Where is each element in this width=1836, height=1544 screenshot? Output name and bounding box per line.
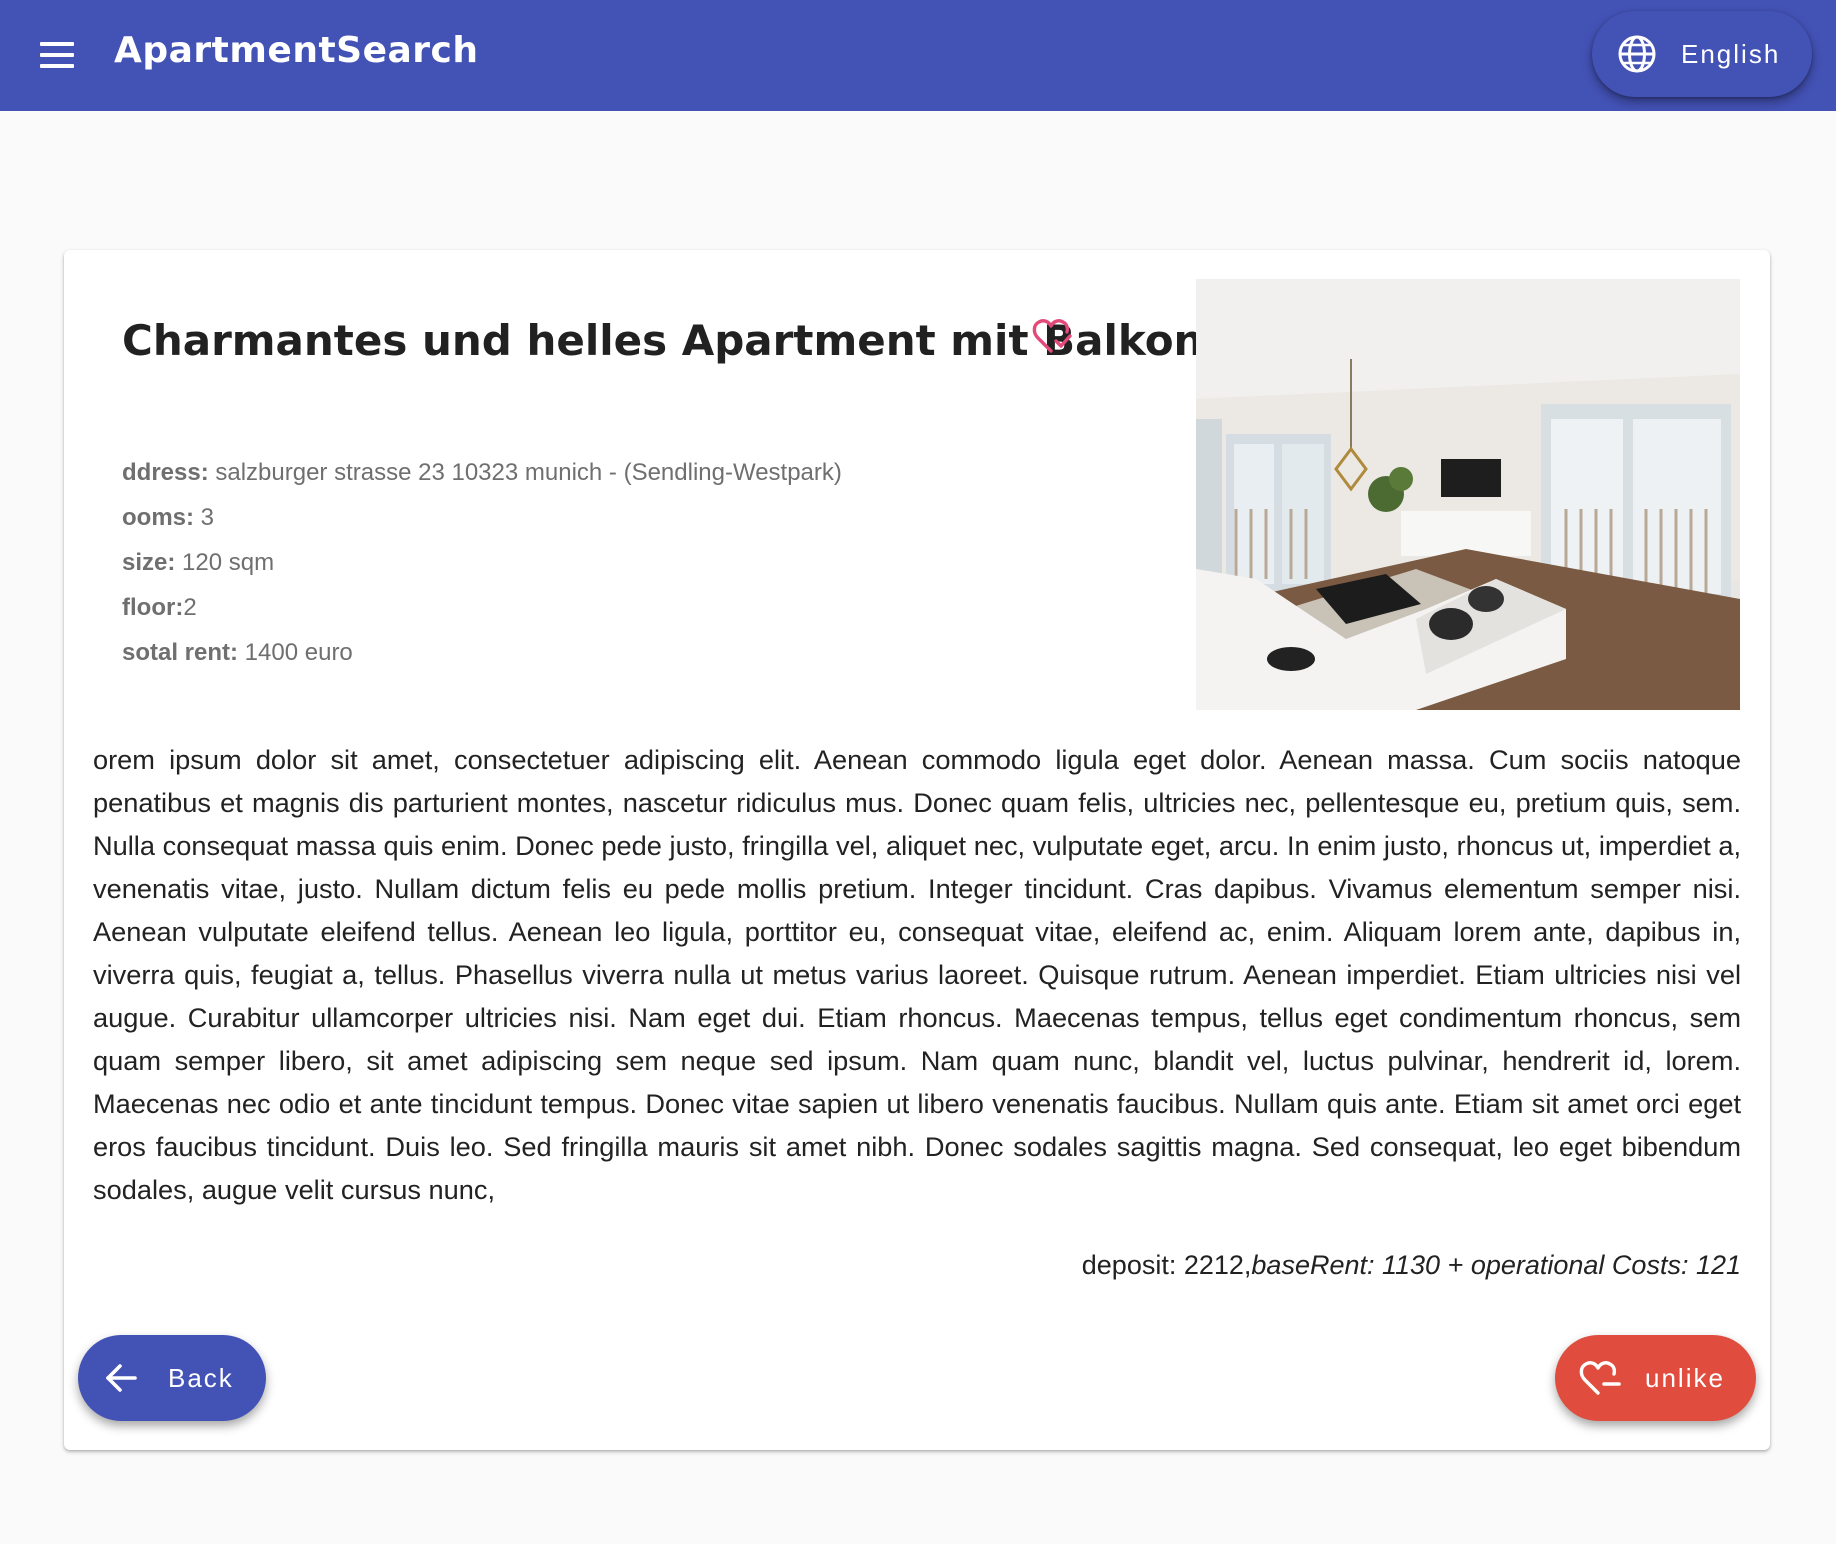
heart-minus-icon: [1579, 1361, 1621, 1395]
heart-check-icon[interactable]: [1032, 316, 1076, 356]
language-button[interactable]: English: [1592, 11, 1812, 97]
back-label: Back: [168, 1362, 234, 1393]
living-room-photo: [1196, 279, 1740, 710]
cost-summary: deposit: 2212,baseRent: 1130 + operation…: [1082, 1250, 1741, 1281]
back-button[interactable]: Back: [78, 1335, 266, 1421]
living-room-illustration: [1196, 279, 1740, 710]
app-bar: ApartmentSearch English: [0, 0, 1836, 111]
listing-description: orem ipsum dolor sit amet, consectetuer …: [93, 744, 1741, 1205]
detail-address: ddress: salzburger strasse 23 10323 muni…: [122, 459, 842, 486]
deposit-text: deposit: 2212,: [1081, 1250, 1252, 1280]
detail-size: size: 120 sqm: [122, 549, 275, 576]
apartment-card: Charmantes und helles Apartment mit Balk…: [64, 250, 1770, 1450]
unlike-button[interactable]: unlike: [1555, 1335, 1756, 1421]
listing-details: ddress: salzburger strasse 23 10323 muni…: [122, 450, 842, 675]
globe-icon: [1618, 35, 1656, 73]
rent-breakdown-text: baseRent: 1130 + operational Costs: 121: [1251, 1250, 1741, 1280]
menu-icon[interactable]: [40, 36, 88, 74]
language-label: English: [1681, 38, 1781, 69]
detail-rooms: ooms: 3: [122, 504, 215, 531]
arrow-left-icon: [106, 1364, 137, 1392]
app-title: ApartmentSearch: [114, 30, 479, 71]
detail-total-rent: sotal rent: 1400 euro: [122, 639, 353, 666]
unlike-label: unlike: [1645, 1362, 1725, 1393]
detail-floor: floor:2: [122, 594, 197, 621]
